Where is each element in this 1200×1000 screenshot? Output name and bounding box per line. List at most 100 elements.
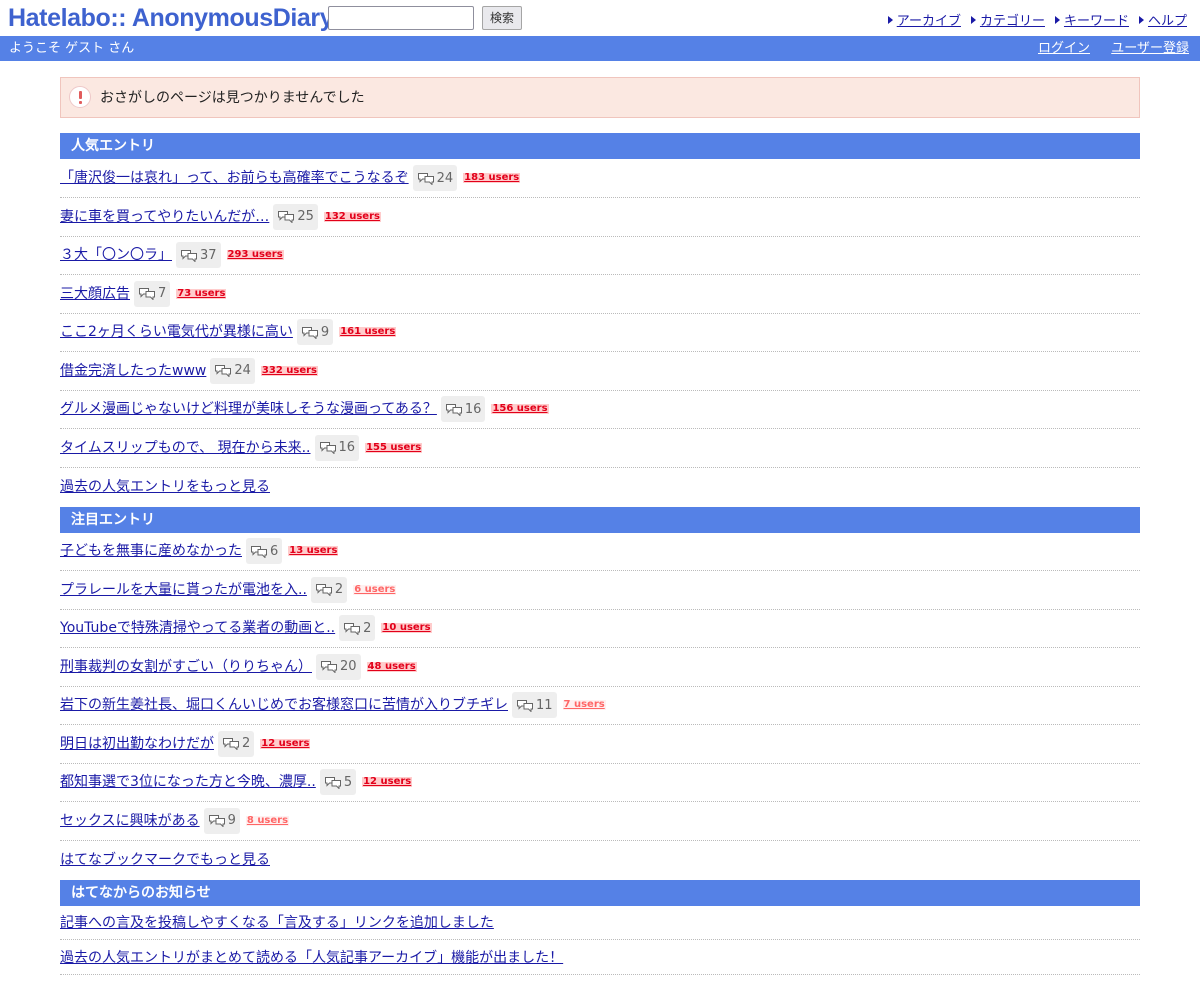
comment-count-badge[interactable]: 2 (339, 615, 376, 641)
comment-count-badge[interactable]: 5 (319, 769, 357, 795)
register-link[interactable]: ユーザー登録 (1111, 40, 1189, 57)
comment-count-badge[interactable]: 11 (512, 692, 557, 718)
news-link[interactable]: 過去の人気エントリがまとめて読める「人気記事アーカイブ」機能が出ました！ (60, 949, 563, 967)
nav-help-link[interactable]: ヘルプ (1138, 10, 1187, 29)
triangle-arrow-icon (1138, 15, 1144, 24)
entry-title-link[interactable]: タイムスリップもので、 現在から未来.. (60, 439, 311, 457)
entry-row: タイムスリップもので、 現在から未来.. 16 155 users (60, 429, 1140, 468)
entry-title-link[interactable]: プラレールを大量に貰ったが電池を入.. (60, 581, 307, 599)
entry-title-link[interactable]: ここ2ヶ月くらい電気代が異様に高い (60, 323, 293, 341)
entry-row: ここ2ヶ月くらい電気代が異様に高い 9 161 users (60, 313, 1140, 352)
bookmark-users-badge[interactable]: 13 users (288, 546, 339, 556)
entry-row: プラレールを大量に貰ったが電池を入.. 2 6 users (60, 571, 1140, 610)
entry-title-link[interactable]: 都知事選で3位になった方と今晩、濃厚.. (60, 773, 316, 791)
bookmark-users-badge[interactable]: 293 users (226, 250, 284, 260)
speech-bubble-icon (445, 403, 462, 416)
bookmark-users-badge[interactable]: 10 users (381, 623, 432, 633)
bookmark-users-badge[interactable]: 156 users (491, 404, 549, 414)
bookmark-users-badge[interactable]: 155 users (365, 442, 423, 453)
bookmark-users-badge[interactable]: 132 users (323, 211, 381, 222)
nav-archive-link[interactable]: アーカイブ (887, 10, 961, 29)
site-logo[interactable]: Hatelabo:: AnonymousDiary (8, 2, 334, 34)
entry-title-link[interactable]: 明日は初出勤なわけだが (60, 735, 214, 753)
speech-bubble-icon (278, 211, 295, 223)
triangle-arrow-icon (970, 15, 976, 24)
entry-title-link[interactable]: 妻に車を買ってやりたいんだが… (60, 208, 269, 226)
more-entries-link[interactable]: はてなブックマークでもっと見る (60, 851, 270, 869)
news-row: 過去の人気エントリがまとめて読める「人気記事アーカイブ」機能が出ました！ (60, 941, 1140, 975)
bookmark-users-badge[interactable]: 8 users (245, 815, 290, 826)
comment-count-badge[interactable]: 37 (176, 242, 221, 268)
comment-count: 9 (227, 813, 236, 828)
speech-bubble-icon (315, 584, 332, 596)
bookmark-users-badge[interactable]: 12 users (362, 777, 413, 787)
entry-title-link[interactable]: 三大顔広告 (60, 285, 130, 303)
entry-title-link[interactable]: セックスに興味がある (60, 812, 200, 830)
more-entries-link[interactable]: 過去の人気エントリをもっと見る (60, 478, 270, 496)
comment-count-badge[interactable]: 9 (296, 319, 334, 345)
comment-count-badge[interactable]: 24 (210, 357, 255, 384)
entry-title-link[interactable]: 「唐沢俊一は哀れ」って、お前らも高確率でこうなるぞ (60, 169, 409, 187)
entry-title-link[interactable]: 刑事裁判の女割がすごい（りりちゃん） (60, 658, 312, 676)
comment-count-badge[interactable]: 20 (316, 653, 361, 680)
comment-count-badge[interactable]: 25 (273, 203, 318, 230)
bookmark-users-badge[interactable]: 12 users (260, 738, 311, 749)
speech-bubble-icon (301, 326, 318, 339)
comment-count-badge[interactable]: 6 (246, 538, 283, 564)
nav-category-link[interactable]: カテゴリー (970, 10, 1045, 29)
bookmark-users-badge[interactable]: 183 users (463, 173, 521, 183)
triangle-arrow-icon (887, 15, 893, 24)
speech-bubble-icon (324, 776, 341, 789)
comment-count-badge[interactable]: 2 (310, 576, 348, 603)
speech-bubble-icon (208, 815, 225, 827)
comment-count-badge[interactable]: 9 (203, 807, 240, 834)
comment-count-badge[interactable]: 24 (412, 165, 458, 191)
comment-count-badge[interactable]: 2 (218, 730, 255, 757)
nav-keyword-link[interactable]: キーワード (1054, 10, 1129, 29)
news-section-header: はてなからのお知らせ (60, 880, 1140, 906)
entry-row: 都知事選で3位になった方と今晩、濃厚.. 5 12 users (60, 763, 1140, 802)
user-bar: ようこそ ゲスト さん ログイン ユーザー登録 (0, 36, 1200, 61)
triangle-arrow-icon (1054, 15, 1060, 24)
bookmark-users-badge[interactable]: 48 users (366, 661, 417, 672)
speech-bubble-icon (181, 249, 197, 262)
speech-bubble-icon (517, 699, 533, 712)
speech-bubble-icon (344, 622, 361, 635)
exclamation-icon (69, 86, 91, 108)
bookmark-users-badge[interactable]: 73 users (176, 288, 227, 299)
entry-row: 妻に車を買ってやりたいんだが… 25 132 users (60, 198, 1140, 237)
comment-count: 9 (320, 324, 330, 340)
search-button[interactable]: 検索 (482, 6, 522, 30)
news-link[interactable]: 記事への言及を投稿しやすくなる「言及する」リンクを追加しました (60, 914, 494, 932)
comment-count: 2 (363, 620, 372, 636)
not-found-notice: おさがしのページは見つかりませんでした (60, 77, 1140, 118)
entry-title-link[interactable]: YouTubeで特殊清掃やってる業者の動画と.. (60, 619, 335, 637)
entry-title-link[interactable]: ３大「〇ン〇ラ」 (60, 246, 172, 264)
comment-count-badge[interactable]: 16 (440, 396, 486, 422)
bookmark-users-badge[interactable]: 6 users (353, 584, 397, 595)
entry-title-link[interactable]: 岩下の新生姜社長、堀口くんいじめでお客様窓口に苦情が入りブチギレ (60, 696, 508, 714)
bookmark-users-badge[interactable]: 332 users (260, 365, 318, 376)
comment-count: 6 (270, 543, 279, 559)
popular-section-header: 人気エントリ (60, 133, 1140, 159)
entry-title-link[interactable]: 子どもを無事に産めなかった (60, 542, 242, 560)
comment-count: 24 (436, 170, 454, 186)
more-entries-row: 過去の人気エントリをもっと見る (60, 467, 1140, 506)
entry-row: 子どもを無事に産めなかった 6 13 users (60, 532, 1140, 571)
bookmark-users-badge[interactable]: 7 users (562, 700, 606, 710)
search-input[interactable] (328, 6, 474, 30)
bookmark-users-badge[interactable]: 161 users (339, 327, 397, 337)
comment-count: 37 (200, 247, 217, 263)
login-link[interactable]: ログイン (1038, 40, 1090, 57)
entry-title-link[interactable]: グルメ漫画じゃないけど料理が美味しそうな漫画ってある？ (60, 400, 437, 418)
entry-title-link[interactable]: 借金完済したったwww (60, 362, 206, 380)
comment-count: 11 (536, 697, 553, 713)
entry-row: セックスに興味がある 9 8 users (60, 802, 1140, 841)
comment-count-badge[interactable]: 16 (314, 434, 360, 461)
welcome-text: ようこそ ゲスト さん (9, 41, 135, 56)
top-header: Hatelabo:: AnonymousDiary 検索 アーカイブ カテゴリー… (0, 0, 1200, 36)
entry-row: YouTubeで特殊清掃やってる業者の動画と.. 2 10 users (60, 609, 1140, 648)
comment-count-badge[interactable]: 7 (134, 280, 171, 307)
comment-count: 2 (242, 736, 251, 751)
entry-row: 岩下の新生姜社長、堀口くんいじめでお客様窓口に苦情が入りブチギレ 11 7 user… (60, 686, 1140, 725)
